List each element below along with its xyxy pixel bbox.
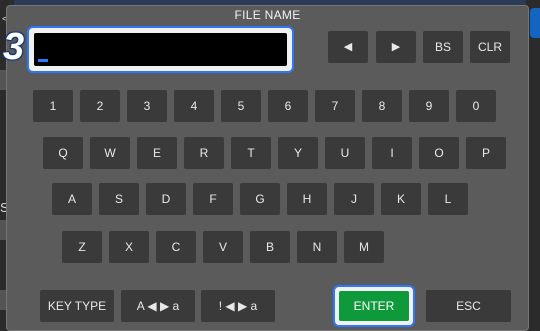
key-5[interactable]: 5 <box>221 90 261 122</box>
key-t[interactable]: T <box>231 137 271 169</box>
backspace-button[interactable]: BS <box>423 31 463 63</box>
key-z[interactable]: Z <box>62 231 102 263</box>
cursor-right-button[interactable]: ▶ <box>376 31 416 63</box>
key-v[interactable]: V <box>203 231 243 263</box>
filename-input-frame <box>27 26 294 73</box>
key-m[interactable]: M <box>344 231 384 263</box>
key-a[interactable]: A <box>52 183 92 215</box>
key-g[interactable]: G <box>240 183 280 215</box>
enter-button-frame: ENTER <box>333 285 415 327</box>
dialog-title: FILE NAME <box>234 8 301 22</box>
key-8[interactable]: 8 <box>362 90 402 122</box>
escape-button[interactable]: ESC <box>426 290 511 322</box>
key-1[interactable]: 1 <box>33 90 73 122</box>
key-l[interactable]: L <box>428 183 468 215</box>
key-e[interactable]: E <box>137 137 177 169</box>
key-j[interactable]: J <box>334 183 374 215</box>
key-7[interactable]: 7 <box>315 90 355 122</box>
step-number-badge: 3 <box>3 26 25 68</box>
key-b[interactable]: B <box>250 231 290 263</box>
key-p[interactable]: P <box>466 137 506 169</box>
key-c[interactable]: C <box>156 231 196 263</box>
key-3[interactable]: 3 <box>127 90 167 122</box>
key-i[interactable]: I <box>372 137 412 169</box>
enter-button[interactable]: ENTER <box>339 291 409 321</box>
key-h[interactable]: H <box>287 183 327 215</box>
filename-input[interactable] <box>34 33 287 66</box>
key-u[interactable]: U <box>325 137 365 169</box>
key-4[interactable]: 4 <box>174 90 214 122</box>
background-edge-button <box>530 8 540 38</box>
key-y[interactable]: Y <box>278 137 318 169</box>
key-9[interactable]: 9 <box>409 90 449 122</box>
key-k[interactable]: K <box>381 183 421 215</box>
key-2[interactable]: 2 <box>80 90 120 122</box>
key-s[interactable]: S <box>99 183 139 215</box>
clear-button[interactable]: CLR <box>470 31 510 63</box>
key-x[interactable]: X <box>109 231 149 263</box>
key-0[interactable]: 0 <box>456 90 496 122</box>
key-r[interactable]: R <box>184 137 224 169</box>
key-6[interactable]: 6 <box>268 90 308 122</box>
alpha-case-toggle-button[interactable]: A ◀ ▶ a <box>121 290 195 322</box>
text-cursor <box>38 59 48 62</box>
key-o[interactable]: O <box>419 137 459 169</box>
cursor-left-button[interactable]: ◀ <box>328 31 368 63</box>
key-f[interactable]: F <box>193 183 233 215</box>
file-name-dialog: FILE NAME 3 ◀ ▶ BS CLR 1 2 3 4 5 6 7 8 9… <box>3 5 529 331</box>
symbol-case-toggle-button[interactable]: ! ◀ ▶ a <box>201 290 275 322</box>
key-q[interactable]: Q <box>43 137 83 169</box>
key-d[interactable]: D <box>146 183 186 215</box>
key-w[interactable]: W <box>90 137 130 169</box>
key-n[interactable]: N <box>297 231 337 263</box>
key-type-button[interactable]: KEY TYPE <box>40 290 114 322</box>
